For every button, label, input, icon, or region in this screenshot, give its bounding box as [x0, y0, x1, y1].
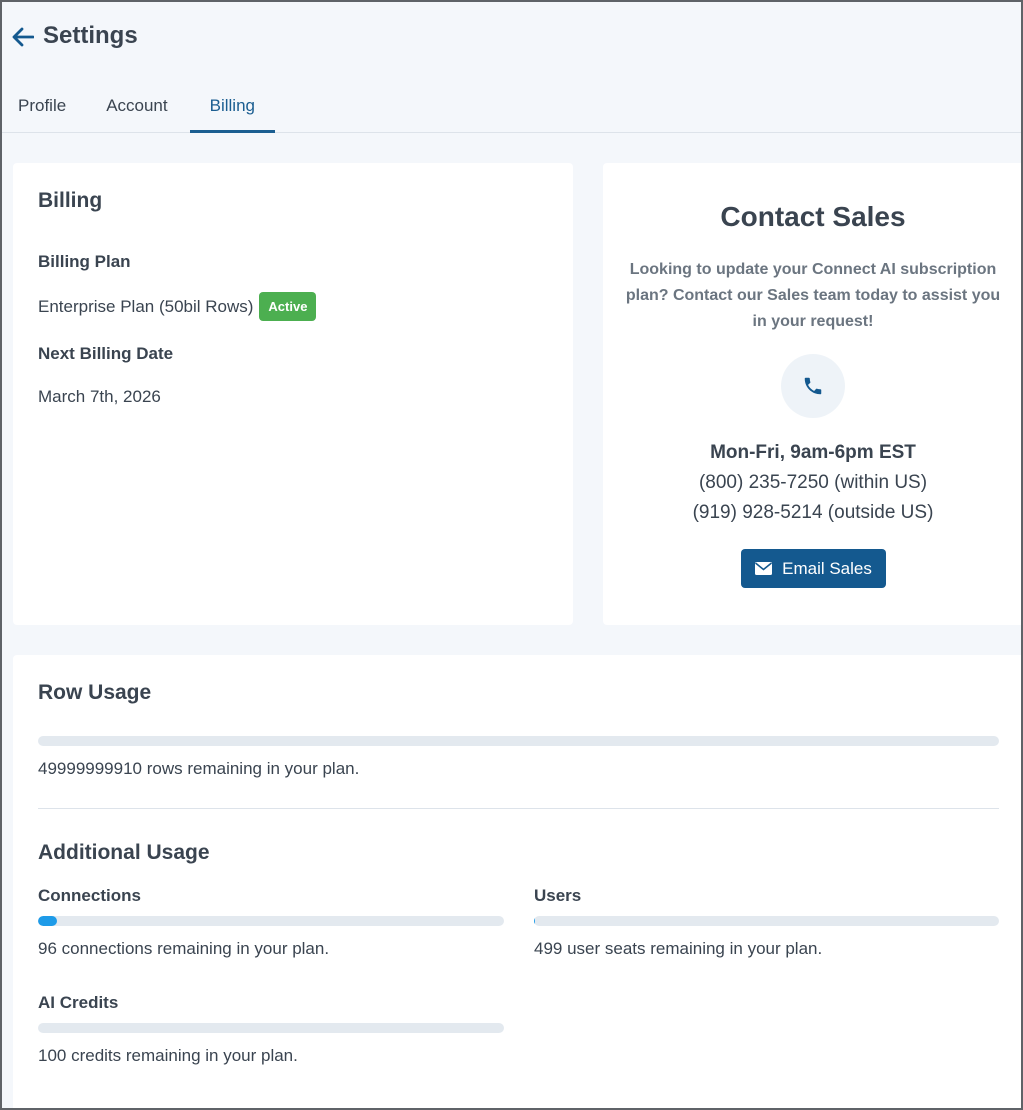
tab-profile[interactable]: Profile [0, 82, 84, 133]
contact-sales-description: Looking to update your Connect AI subscr… [625, 261, 1001, 330]
connections-progress-bar [38, 916, 504, 926]
row-usage-text: 49999999910 rows remaining in your plan. [38, 759, 360, 778]
contact-sales-heading: Contact Sales [720, 201, 906, 232]
next-billing-date-label: Next Billing Date [38, 344, 174, 363]
phone-icon [781, 354, 845, 418]
page-title: Settings [43, 22, 138, 49]
ai-credits-progress-bar [38, 1023, 504, 1033]
ai-credits-label: AI Credits [38, 993, 119, 1012]
sales-phone-us[interactable]: (800) 235-7250 (within US) [603, 472, 1023, 494]
connections-label: Connections [38, 886, 141, 905]
billing-plan-row: Enterprise Plan (50bil Rows) Active [38, 292, 317, 321]
connections-text: 96 connections remaining in your plan. [38, 939, 330, 958]
sales-phone-intl[interactable]: (919) 928-5214 (outside US) [603, 502, 1023, 524]
billing-heading: Billing [38, 189, 103, 212]
billing-card: Billing Billing Plan Enterprise Plan (50… [13, 163, 573, 625]
row-usage-heading: Row Usage [38, 681, 152, 704]
envelope-icon [755, 562, 773, 575]
tab-account[interactable]: Account [84, 82, 189, 133]
status-badge: Active [259, 292, 317, 321]
billing-plan-value: Enterprise Plan (50bil Rows) [38, 296, 254, 316]
ai-credits-text: 100 credits remaining in your plan. [38, 1046, 298, 1065]
settings-tabs: Profile Account Billing [0, 82, 275, 133]
row-usage-progress-bar [38, 736, 999, 746]
users-progress-bar [534, 916, 999, 926]
connections-progress-fill [38, 916, 57, 926]
tab-billing[interactable]: Billing [189, 82, 275, 133]
users-text: 499 user seats remaining in your plan. [534, 939, 823, 958]
users-label: Users [534, 886, 582, 905]
email-sales-button[interactable]: Email Sales [741, 549, 886, 588]
additional-usage-heading: Additional Usage [38, 841, 210, 864]
email-sales-label: Email Sales [782, 558, 872, 578]
usage-card: Row Usage 49999999910 rows remaining in … [13, 655, 1023, 1110]
settings-header: Settings Profile Account Billing [0, 0, 1023, 133]
users-progress-fill [534, 916, 535, 926]
sales-hours: Mon-Fri, 9am-6pm EST [710, 442, 916, 463]
usage-divider [38, 808, 999, 809]
back-arrow-icon[interactable] [10, 24, 36, 50]
next-billing-date-value: March 7th, 2026 [38, 387, 161, 406]
billing-plan-label: Billing Plan [38, 252, 131, 271]
contact-sales-card: Contact Sales Looking to update your Con… [603, 163, 1023, 625]
